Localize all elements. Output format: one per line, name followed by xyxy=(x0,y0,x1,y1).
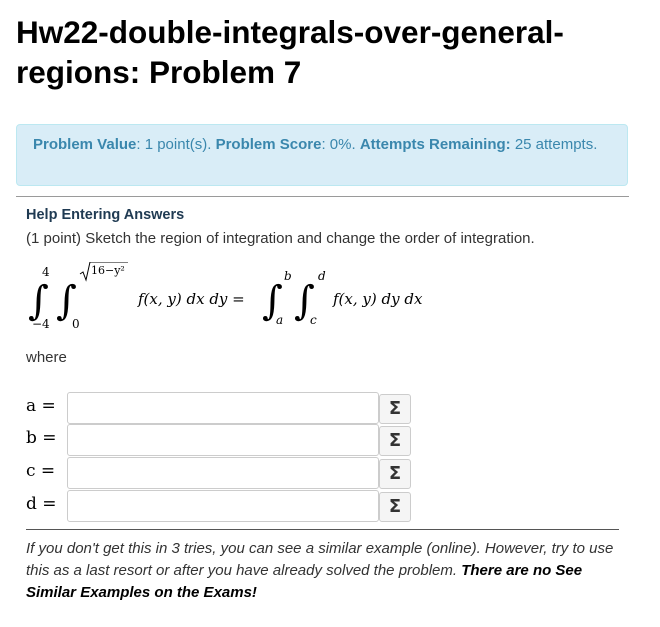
problem-score-text: : 0%. xyxy=(321,136,360,153)
answer-row-a: a = Σ xyxy=(26,392,411,424)
answer-label-b: b = xyxy=(26,428,57,448)
answer-row-c: c = Σ xyxy=(26,457,411,489)
answer-label-c: c = xyxy=(26,461,56,481)
answer-input-a[interactable] xyxy=(67,392,379,424)
where-label: where xyxy=(26,349,67,366)
inner-upper-limit: 16−y² xyxy=(91,264,125,277)
answer-input-c[interactable] xyxy=(67,457,379,489)
equation-editor-button-b[interactable]: Σ xyxy=(379,426,411,456)
problem-value-text: : 1 point(s). xyxy=(136,136,216,153)
answer-input-b[interactable] xyxy=(67,424,379,456)
page-title: Hw22-double-integrals-over-general-regio… xyxy=(16,14,564,90)
left-integrand: f(x, y) dx dy = xyxy=(137,290,245,308)
similar-example-note: If you don't get this in 3 tries, you ca… xyxy=(26,538,626,604)
equation-editor-button-a[interactable]: Σ xyxy=(379,394,411,424)
problem-value-label: Problem Value xyxy=(33,136,137,153)
right-integrand: f(x, y) dy dx xyxy=(332,290,423,308)
answer-row-b: b = Σ xyxy=(26,424,411,456)
problem-statement: (1 point) Sketch the region of integrati… xyxy=(26,230,535,247)
bottom-divider xyxy=(26,529,619,530)
equation-editor-button-c[interactable]: Σ xyxy=(379,459,411,489)
problem-score-label: Problem Score xyxy=(215,136,322,153)
answer-label-a: a = xyxy=(26,396,56,416)
right-inner-upper-limit: d xyxy=(318,269,326,283)
problem-info-box: Problem Value: 1 point(s). Problem Score… xyxy=(16,124,628,186)
help-entering-answers-link[interactable]: Help Entering Answers xyxy=(26,207,184,223)
equation-editor-button-d[interactable]: Σ xyxy=(379,492,411,522)
answer-label-d: d = xyxy=(26,494,57,514)
attempts-remaining-text: 25 attempts. xyxy=(510,136,598,153)
answer-row-d: d = Σ xyxy=(26,490,411,522)
answer-input-d[interactable] xyxy=(67,490,379,522)
outer-lower-limit: −4 xyxy=(32,317,50,331)
attempts-remaining-label: Attempts Remaining: xyxy=(359,136,511,153)
integral-equation: ∫ 4 −4 ∫ 16−y² 0 f(x, y) dx dy = ∫ b a ∫… xyxy=(28,261,528,332)
inner-lower-limit: 0 xyxy=(72,317,80,331)
right-inner-lower-limit: c xyxy=(310,313,317,327)
right-outer-lower-limit: a xyxy=(276,313,283,327)
outer-upper-limit: 4 xyxy=(42,265,50,279)
top-divider xyxy=(16,196,629,197)
right-outer-upper-limit: b xyxy=(284,269,292,283)
